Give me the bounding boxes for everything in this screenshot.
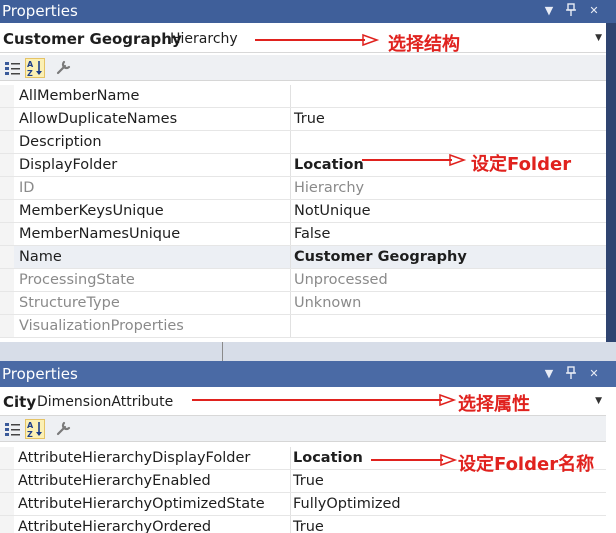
- property-value[interactable]: Location: [293, 450, 363, 466]
- property-row[interactable]: MemberNamesUnique False: [0, 223, 606, 246]
- panel-titlebar: Properties ▼ ✕: [0, 361, 616, 387]
- property-value: Hierarchy: [294, 180, 365, 196]
- annotation-arrow: [371, 453, 458, 467]
- panel-title: Properties: [2, 365, 78, 383]
- property-name: ProcessingState: [19, 272, 135, 288]
- annotation-arrow: [362, 153, 467, 167]
- wrench-icon[interactable]: [55, 58, 75, 78]
- close-icon[interactable]: ✕: [586, 366, 602, 382]
- svg-text:A: A: [27, 60, 34, 69]
- property-name: DisplayFolder: [19, 157, 118, 173]
- panel-title: Properties: [2, 2, 78, 20]
- property-grid: AllMemberName AllowDuplicateNames True De…: [0, 85, 606, 338]
- pin-icon[interactable]: [563, 3, 579, 19]
- property-value[interactable]: NotUnique: [294, 203, 371, 219]
- panel-gap: [0, 342, 616, 361]
- property-row[interactable]: MemberKeysUnique NotUnique: [0, 200, 606, 223]
- annotation-select-attribute: 选择属性: [458, 394, 530, 415]
- annotation-arrow: [192, 393, 457, 407]
- properties-panel-attribute: Properties ▼ ✕ City DimensionAttribute ▼…: [0, 361, 616, 533]
- panel-titlebar: Properties ▼ ✕: [0, 0, 616, 23]
- property-name: AttributeHierarchyDisplayFolder: [18, 450, 251, 466]
- property-value: Unprocessed: [294, 272, 388, 288]
- categorized-icon[interactable]: [3, 419, 23, 439]
- property-name: Name: [19, 249, 62, 265]
- chevron-down-icon[interactable]: ▼: [595, 396, 602, 406]
- property-name: Description: [19, 134, 102, 150]
- property-row: ID Hierarchy: [0, 177, 606, 200]
- property-row-selected[interactable]: Name Customer Geography: [0, 246, 606, 269]
- alphabetical-sort-icon[interactable]: AZ: [25, 58, 45, 78]
- property-value[interactable]: True: [293, 473, 324, 489]
- properties-panel-hierarchy: Properties ▼ ✕ Customer Geography Hierar…: [0, 0, 616, 342]
- property-row: StructureType Unknown: [0, 292, 606, 315]
- annotation-select-structure: 选择结构: [388, 34, 460, 55]
- svg-text:Z: Z: [27, 69, 33, 77]
- object-name: City: [3, 393, 37, 411]
- properties-toolbar: AZ: [0, 55, 606, 81]
- properties-toolbar: AZ: [0, 416, 606, 442]
- object-name: Customer Geography: [3, 30, 182, 48]
- property-name: AttributeHierarchyOptimizedState: [18, 496, 265, 512]
- pin-icon[interactable]: [563, 366, 579, 382]
- object-type: Hierarchy: [170, 31, 238, 47]
- property-name: StructureType: [19, 295, 120, 311]
- chevron-down-icon[interactable]: ▼: [595, 33, 602, 43]
- property-name: VisualizationProperties: [19, 318, 184, 334]
- window-edge: [606, 23, 616, 342]
- property-name: AllMemberName: [19, 88, 140, 104]
- alphabetical-sort-icon[interactable]: AZ: [25, 419, 45, 439]
- svg-text:Z: Z: [27, 430, 33, 438]
- property-value[interactable]: Customer Geography: [294, 249, 467, 265]
- property-value[interactable]: False: [294, 226, 330, 242]
- dropdown-arrow-icon[interactable]: ▼: [541, 3, 557, 19]
- property-row: ProcessingState Unprocessed: [0, 269, 606, 292]
- property-row: VisualizationProperties: [0, 315, 606, 338]
- property-value[interactable]: True: [293, 519, 324, 533]
- annotation-set-folder: 设定Folder: [471, 154, 572, 175]
- wrench-icon[interactable]: [55, 419, 75, 439]
- property-row[interactable]: AttributeHierarchyOptimizedState FullyOpt…: [0, 493, 606, 516]
- property-row[interactable]: AttributeHierarchyOrdered True: [0, 516, 606, 533]
- close-icon[interactable]: ✕: [586, 3, 602, 19]
- svg-text:A: A: [27, 421, 34, 430]
- property-name: AttributeHierarchyEnabled: [18, 473, 211, 489]
- categorized-icon[interactable]: [3, 58, 23, 78]
- dropdown-arrow-icon[interactable]: ▼: [541, 366, 557, 382]
- annotation-arrow: [255, 33, 380, 47]
- property-value[interactable]: FullyOptimized: [293, 496, 401, 512]
- property-name: MemberNamesUnique: [19, 226, 181, 242]
- property-value[interactable]: True: [294, 111, 325, 127]
- object-type: DimensionAttribute: [37, 394, 174, 410]
- annotation-set-folder-name: 设定Folder名称: [458, 454, 595, 475]
- property-name: AttributeHierarchyOrdered: [18, 519, 212, 533]
- property-row[interactable]: AllowDuplicateNames True: [0, 108, 606, 131]
- property-value: Unknown: [294, 295, 362, 311]
- property-name: ID: [19, 180, 35, 196]
- property-name: MemberKeysUnique: [19, 203, 164, 219]
- property-name: AllowDuplicateNames: [19, 111, 178, 127]
- property-row[interactable]: AllMemberName: [0, 85, 606, 108]
- property-value[interactable]: Location: [294, 157, 364, 173]
